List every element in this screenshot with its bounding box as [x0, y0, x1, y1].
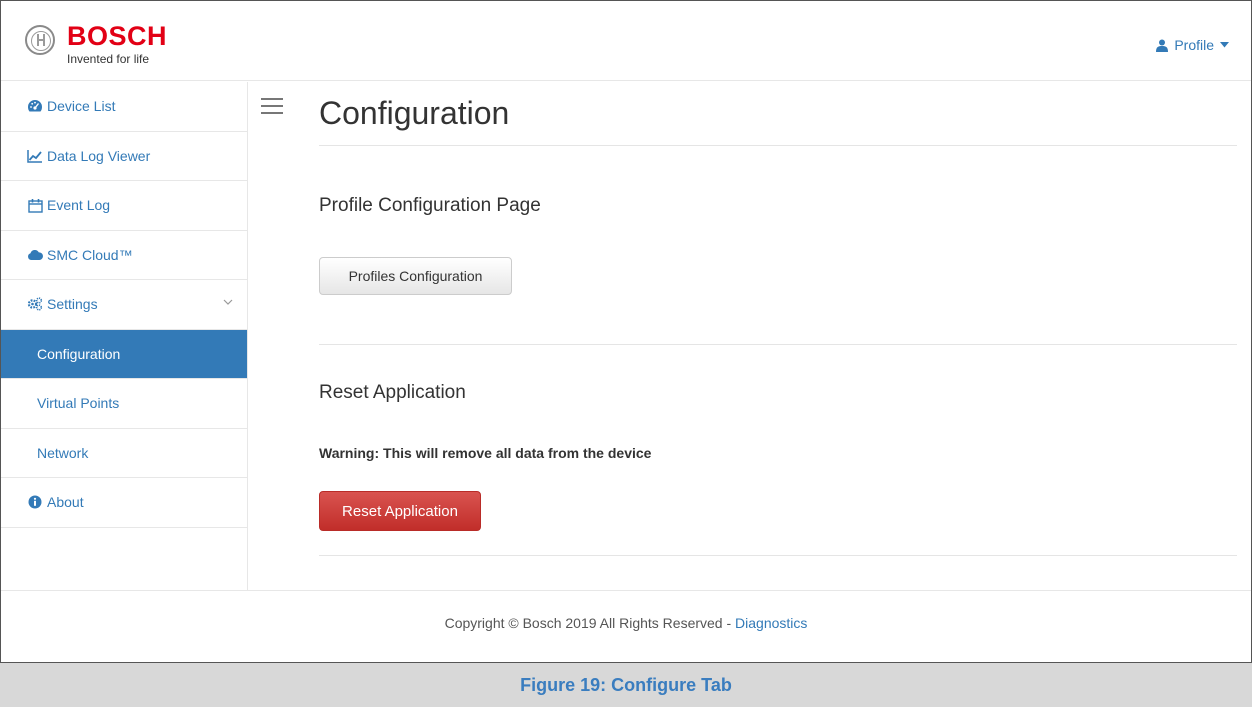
- page-title: Configuration: [319, 95, 510, 131]
- cogs-icon: [27, 296, 43, 312]
- sidebar-item-data-log-viewer[interactable]: Data Log Viewer: [1, 132, 247, 181]
- reset-warning-text: Warning: This will remove all data from …: [319, 445, 652, 461]
- figure-caption-band: Figure 19: Configure Tab: [0, 662, 1252, 707]
- sidebar-item-virtual-points[interactable]: Virtual Points: [1, 379, 247, 429]
- sidebar-item-settings[interactable]: Settings: [1, 280, 247, 330]
- divider: [319, 555, 1237, 556]
- sidebar-item-label: Device List: [47, 98, 116, 115]
- sidebar-item-label: Event Log: [47, 197, 111, 214]
- sidebar-item-device-list[interactable]: Device List: [1, 82, 247, 132]
- sidebar-item-network[interactable]: Network: [1, 429, 247, 478]
- cloud-icon: [27, 247, 43, 263]
- sidebar-item-event-log[interactable]: Event Log: [1, 181, 247, 231]
- sidebar-item-label: Network: [37, 444, 89, 461]
- info-circle-icon: [27, 494, 43, 510]
- figure-caption: Figure 19: Configure Tab: [520, 674, 732, 695]
- top-navbar: BOSCH Invented for life Profile: [1, 1, 1251, 81]
- brand-name: BOSCH: [67, 21, 168, 51]
- diagnostics-link[interactable]: Diagnostics: [735, 615, 807, 631]
- profile-dropdown[interactable]: Profile: [1156, 37, 1229, 53]
- bosch-armature-icon: [25, 25, 55, 55]
- sidebar-item-smc-cloud[interactable]: SMC Cloud™: [1, 231, 247, 280]
- chevron-down-icon: [223, 299, 233, 305]
- sidebar: Device List Data Log Viewer Event Log SM…: [1, 82, 248, 590]
- profiles-configuration-button[interactable]: Profiles Configuration: [319, 257, 512, 295]
- divider: [319, 145, 1237, 146]
- footer: Copyright © Bosch 2019 All Rights Reserv…: [1, 615, 1251, 631]
- sidebar-item-label: SMC Cloud™: [47, 246, 133, 263]
- dashboard-icon: [27, 98, 43, 114]
- sidebar-item-label: Data Log Viewer: [47, 147, 151, 164]
- sidebar-item-label: Settings: [47, 296, 98, 313]
- calendar-icon: [27, 197, 43, 213]
- sidebar-item-label: Configuration: [37, 345, 121, 362]
- brand-tagline: Invented for life: [67, 52, 150, 66]
- reset-section-title: Reset Application: [319, 382, 466, 403]
- copyright-text: Copyright © Bosch 2019 All Rights Reserv…: [444, 615, 736, 631]
- profile-section-title: Profile Configuration Page: [319, 195, 541, 216]
- sidebar-item-label: About: [47, 494, 84, 511]
- reset-application-button[interactable]: Reset Application: [319, 491, 481, 531]
- profile-label: Profile: [1174, 37, 1214, 53]
- divider: [319, 344, 1237, 345]
- footer-divider: [1, 590, 1251, 591]
- sidebar-item-about[interactable]: About: [1, 478, 247, 528]
- sidebar-item-label: Virtual Points: [37, 395, 120, 412]
- caret-down-icon: [1220, 42, 1229, 48]
- menu-toggle-icon[interactable]: [261, 98, 283, 114]
- line-chart-icon: [27, 148, 43, 164]
- sidebar-item-configuration[interactable]: Configuration: [1, 329, 247, 379]
- user-icon: [1156, 39, 1169, 52]
